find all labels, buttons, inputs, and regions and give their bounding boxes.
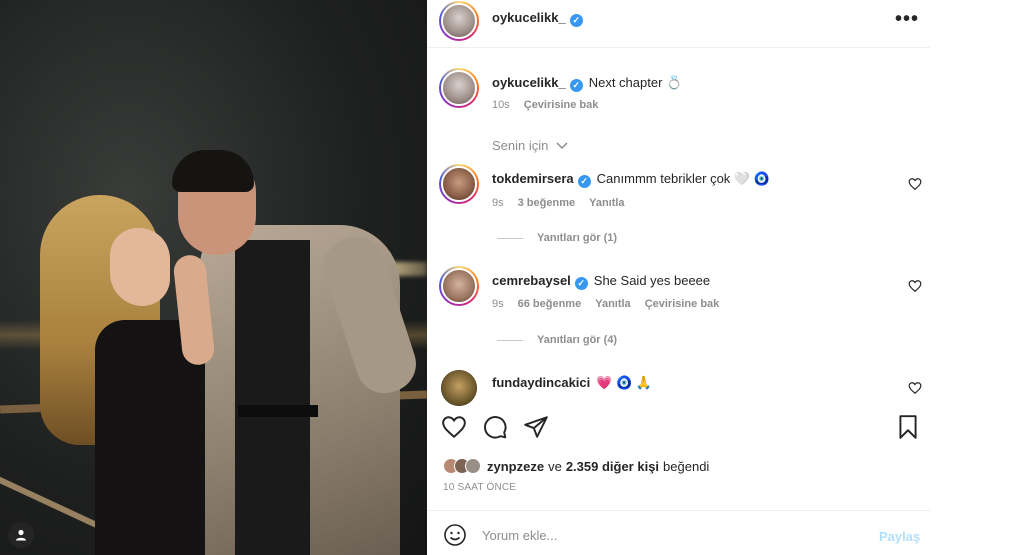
comment-time: 9s xyxy=(492,197,504,209)
comment-avatar[interactable] xyxy=(439,164,479,204)
photo-man-shirt xyxy=(235,240,310,555)
photo-woman-face xyxy=(110,228,170,306)
comment-text: She Said yes beeee xyxy=(593,273,711,288)
view-replies-label: Yanıtları gör (1) xyxy=(537,232,618,244)
author-avatar[interactable] xyxy=(439,1,479,41)
comment-like-heart-icon[interactable] xyxy=(908,381,922,395)
replies-divider xyxy=(497,339,523,341)
likes-suffix: beğendi xyxy=(663,458,710,474)
comment-filter-dropdown[interactable]: Senin için xyxy=(492,138,568,153)
liker-avatar xyxy=(465,458,481,474)
comment-reply-button[interactable]: Yanıtla xyxy=(589,197,624,209)
comment-composer: Paylaş xyxy=(427,510,930,555)
view-replies-label: Yanıtları gör (4) xyxy=(537,334,618,346)
comment-row: tokdemirsera ✓ Canımmm tebrikler çok 🤍 🧿 xyxy=(492,171,770,188)
author-username[interactable]: oykucelikk_ xyxy=(492,10,566,25)
comment-time: 9s xyxy=(492,298,504,310)
caption-text: Next chapter 💍 xyxy=(588,75,683,90)
comment-like-heart-icon[interactable] xyxy=(908,177,922,191)
caption-meta: 10s Çevirisine bak xyxy=(492,99,598,111)
share-paper-plane-icon[interactable] xyxy=(523,414,549,440)
emoji-icon[interactable] xyxy=(443,523,467,547)
liker-avatars xyxy=(443,458,481,474)
post-detail-panel: oykucelikk_ ✓ ••• oykucelikk_ ✓ Next chapte… xyxy=(427,0,930,555)
verified-badge-icon: ✓ xyxy=(574,277,588,290)
view-replies-button[interactable]: Yanıtları gör (1) xyxy=(497,232,617,244)
post-comment-button[interactable]: Paylaş xyxy=(879,529,920,544)
post-photo[interactable] xyxy=(0,0,427,555)
post-header: oykucelikk_ ✓ ••• xyxy=(427,0,930,48)
comment-meta: 9s 66 beğenme Yanıtla Çevirisine bak xyxy=(492,298,719,310)
liker-username[interactable]: zynpzeze xyxy=(487,459,544,474)
post-timestamp: 10 SAAT ÖNCE xyxy=(443,482,517,493)
comment-row: fundaydincakici 💗 🧿 🙏 xyxy=(492,375,652,391)
likes-connector: ve xyxy=(548,458,562,474)
caption-username[interactable]: oykucelikk_ xyxy=(492,75,566,90)
more-options-icon[interactable]: ••• xyxy=(895,8,919,31)
chevron-down-icon xyxy=(556,142,568,150)
verified-badge-icon: ✓ xyxy=(569,79,583,92)
likes-summary[interactable]: zynpzeze ve 2.359 diğer kişi beğendi xyxy=(443,458,709,474)
save-bookmark-icon[interactable] xyxy=(895,414,921,440)
likes-count[interactable]: 2.359 diğer kişi xyxy=(566,459,659,474)
comment-translate-link[interactable]: Çevirisine bak xyxy=(645,298,720,310)
comment-text: Canımmm tebrikler çok 🤍 🧿 xyxy=(596,171,770,186)
comment-like-heart-icon[interactable] xyxy=(908,279,922,293)
comment-text: 💗 🧿 🙏 xyxy=(596,375,653,390)
comment-username[interactable]: fundaydincakici xyxy=(492,375,590,390)
comment-meta: 9s 3 beğenme Yanıtla xyxy=(492,197,625,209)
comment-username[interactable]: tokdemirsera xyxy=(492,171,574,186)
photo-belt xyxy=(238,405,318,417)
comment-row: cemrebaysel ✓ She Said yes beeee xyxy=(492,273,710,290)
caption-avatar[interactable] xyxy=(439,68,479,108)
comment-avatar[interactable] xyxy=(441,370,477,406)
author-username-row: oykucelikk_ ✓ xyxy=(492,10,583,27)
photo-man-hair xyxy=(172,150,254,192)
comment-likes-link[interactable]: 66 beğenme xyxy=(518,298,582,310)
view-replies-button[interactable]: Yanıtları gör (4) xyxy=(497,334,617,346)
caption-row: oykucelikk_ ✓ Next chapter 💍 xyxy=(492,75,682,92)
comment-input[interactable] xyxy=(482,528,842,543)
comment-bubble-icon[interactable] xyxy=(482,414,508,440)
caption-translate-link[interactable]: Çevirisine bak xyxy=(524,99,599,111)
comment-avatar[interactable] xyxy=(439,266,479,306)
verified-badge-icon: ✓ xyxy=(577,175,591,188)
comment-reply-button[interactable]: Yanıtla xyxy=(595,298,630,310)
comment-filter-label: Senin için xyxy=(492,138,549,153)
action-bar xyxy=(427,404,930,452)
replies-divider xyxy=(497,237,523,239)
user-icon xyxy=(16,529,26,541)
comment-likes-link[interactable]: 3 beğenme xyxy=(518,197,575,209)
comment-username[interactable]: cemrebaysel xyxy=(492,273,571,288)
tagged-users-button[interactable] xyxy=(8,522,34,548)
like-heart-icon[interactable] xyxy=(441,414,467,440)
caption-time: 10s xyxy=(492,99,510,111)
verified-badge-icon: ✓ xyxy=(569,14,583,27)
